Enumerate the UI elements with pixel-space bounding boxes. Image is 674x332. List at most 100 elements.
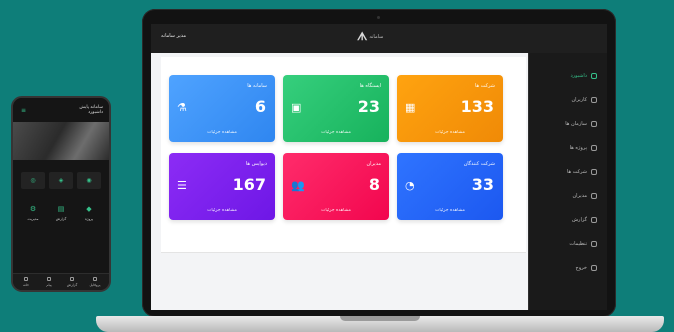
phone-nav-label: خانه: [22, 283, 30, 287]
phone-nav-label: پیام: [46, 283, 52, 287]
sidebar-item-label: مدیران: [572, 193, 587, 199]
phone-nav-item[interactable]: خانه: [17, 277, 35, 287]
user-menu[interactable]: مدیر سامانه: [161, 33, 186, 39]
phone-tile[interactable]: ◎: [21, 172, 45, 189]
brand-name: سامانه: [369, 34, 384, 40]
sidebar-item-icon: [591, 241, 597, 247]
laptop-notch: [340, 316, 420, 321]
stat-card-title: دیوایس ها: [245, 161, 267, 167]
stat-card[interactable]: مدیران 8 👥 مشاهده جزئیات: [283, 153, 389, 220]
phone-nav-icon: [24, 277, 28, 281]
laptop-base: [96, 316, 664, 332]
sidebar-item[interactable]: گزارش: [572, 217, 597, 223]
sidebar-item-label: پروژه ها: [569, 145, 587, 151]
stat-card-more-link[interactable]: مشاهده جزئیات: [283, 208, 389, 213]
phone-banner-image: [13, 122, 109, 160]
sidebar-item[interactable]: پروژه ها: [570, 145, 597, 151]
stat-card-title: مدیران: [366, 161, 381, 167]
phone-action-label: گزارش: [55, 217, 67, 221]
flask-icon: ⚗: [177, 101, 187, 114]
phone-action-button[interactable]: ◆ پروژه: [76, 202, 102, 229]
phone-nav-item[interactable]: پیام: [40, 277, 58, 287]
phone-action-label: پروژه: [84, 217, 94, 221]
phone-nav-icon: [93, 277, 97, 281]
sidebar-item-label: شرکت ها: [567, 169, 587, 175]
building-icon: ▦: [405, 101, 416, 114]
sidebar-item-icon: [591, 169, 597, 175]
stat-card-more-link[interactable]: مشاهده جزئیات: [397, 130, 503, 135]
stat-card-more-link[interactable]: مشاهده جزئیات: [397, 208, 503, 213]
sidebar-item-icon: [591, 265, 597, 271]
sidebar-item-icon: [591, 97, 597, 103]
stat-card[interactable]: ایستگاه ها 23 ▣ مشاهده جزئیات: [283, 75, 389, 142]
camera-dot: [377, 16, 380, 19]
phone-action-button[interactable]: ⚙ مدیریت: [20, 202, 46, 229]
phone-action-icon: ⚙: [29, 205, 37, 213]
stat-card-value: 8: [368, 175, 380, 194]
phone-action-button[interactable]: ▤ گزارش: [48, 202, 74, 229]
stat-card-value: 23: [357, 97, 380, 116]
sidebar-item-label: سازمان ها: [565, 121, 587, 127]
phone-tile[interactable]: ◉: [77, 172, 101, 189]
phone-nav-icon: [47, 277, 51, 281]
sidebar-item[interactable]: خروج: [575, 265, 597, 271]
phone-title: سامانه پایش داشبورد: [79, 105, 103, 115]
phone-nav-icon: [70, 277, 74, 281]
phone-frame: ≡ سامانه پایش داشبورد ◎ ◈ ◉ ⚙ مدیریت ▤ گزارش ◆…: [11, 96, 111, 292]
stats-panel: شرکت ها 133 ▦ مشاهده جزئیات ایستگاه ها 23 ▣ مشا…: [161, 57, 526, 253]
stat-card[interactable]: دیوایس ها 167 ☰ مشاهده جزئیات: [169, 153, 275, 220]
stat-card-value: 167: [232, 175, 266, 194]
sidebar-item[interactable]: سازمان ها: [565, 121, 597, 127]
phone-header: ≡ سامانه پایش داشبورد: [13, 98, 109, 122]
sidebar-item-icon: [591, 193, 597, 199]
phone-nav-item[interactable]: گزارش: [63, 277, 81, 287]
stat-card-title: ایستگاه ها: [359, 83, 381, 89]
phone-nav-label: پروفایل: [89, 283, 101, 287]
stat-card-title: شرکت ها: [475, 83, 495, 89]
phone-bottom-nav: خانه پیام گزارش پروفایل: [13, 273, 109, 290]
phone-nav-label: گزارش: [66, 283, 78, 287]
stat-card-value: 133: [460, 97, 494, 116]
brand-logo: ᗑ سامانه: [357, 30, 383, 44]
phone-action-icon: ◆: [86, 205, 92, 213]
stat-card-more-link[interactable]: مشاهده جزئیات: [169, 208, 275, 213]
sidebar-item-icon: [591, 73, 597, 79]
stat-card-title: شرکت کنندگان: [463, 161, 495, 167]
stat-card-title: سامانه ها: [247, 83, 267, 89]
phone-action-icon: ▤: [57, 205, 65, 213]
phone-tile[interactable]: ◈: [49, 172, 73, 189]
main-content: شرکت ها 133 ▦ مشاهده جزئیات ایستگاه ها 23 ▣ مشا…: [151, 53, 528, 310]
phone-subtitle-text: داشبورد: [88, 110, 103, 115]
stat-card[interactable]: شرکت کنندگان 33 ◔ مشاهده جزئیات: [397, 153, 503, 220]
sidebar-item-label: تنظیمات: [569, 241, 587, 247]
sidebar-item[interactable]: شرکت ها: [567, 169, 597, 175]
sidebar-item-label: خروج: [575, 265, 588, 271]
sidebar-item[interactable]: کاربران: [571, 97, 597, 103]
stat-card[interactable]: شرکت ها 133 ▦ مشاهده جزئیات: [397, 75, 503, 142]
sidebar-item[interactable]: مدیران: [572, 193, 597, 199]
stat-card-value: 6: [254, 97, 266, 116]
sidebar: داشبورد کاربران سازمان ها پروژه ها شرکت ها مد…: [528, 53, 607, 310]
phone-nav-item[interactable]: پروفایل: [86, 277, 104, 287]
sidebar-item-icon: [591, 145, 597, 151]
top-bar: مدیر سامانه ᗑ سامانه: [151, 24, 607, 53]
sidebar-item[interactable]: داشبورد: [570, 73, 597, 79]
stat-card-more-link[interactable]: مشاهده جزئیات: [169, 130, 275, 135]
sidebar-item-label: گزارش: [571, 217, 587, 223]
laptop-screen: مدیر سامانه ᗑ سامانه شرکت ها 133 ▦ مشاهده ج…: [151, 24, 607, 310]
laptop-frame: مدیر سامانه ᗑ سامانه شرکت ها 133 ▦ مشاهده ج…: [142, 9, 616, 317]
users-icon: 👥: [291, 179, 305, 192]
phone-action-label: مدیریت: [27, 217, 39, 221]
sidebar-item[interactable]: تنظیمات: [569, 241, 597, 247]
brand-mark: ᗑ: [357, 30, 367, 43]
sidebar-item-label: کاربران: [571, 97, 587, 103]
sidebar-item-icon: [591, 217, 597, 223]
stat-card-more-link[interactable]: مشاهده جزئیات: [283, 130, 389, 135]
sidebar-item-icon: [591, 121, 597, 127]
sidebar-item-label: داشبورد: [570, 73, 587, 79]
stat-card[interactable]: سامانه ها 6 ⚗ مشاهده جزئیات: [169, 75, 275, 142]
menu-icon[interactable]: ≡: [21, 107, 26, 114]
pie-chart-icon: ◔: [405, 179, 415, 192]
server-icon: ☰: [177, 179, 187, 192]
device-icon: ▣: [291, 101, 302, 114]
